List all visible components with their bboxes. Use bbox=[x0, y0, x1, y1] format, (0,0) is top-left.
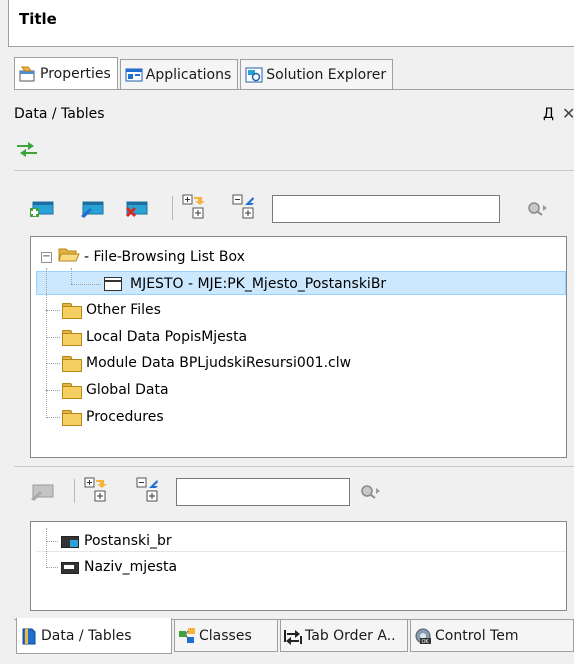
window-title: Title bbox=[19, 10, 57, 28]
tree-node-label: MJESTO - MJE:PK_Mjesto_PostanskiBr bbox=[130, 276, 387, 292]
tree-connector bbox=[46, 528, 47, 568]
control-templates-icon: OK bbox=[414, 627, 432, 645]
folder-icon bbox=[62, 355, 82, 372]
splitter[interactable] bbox=[14, 466, 574, 467]
left-border bbox=[0, 0, 8, 664]
collapse-all-icon[interactable] bbox=[136, 477, 162, 505]
expand-all-icon[interactable] bbox=[84, 477, 110, 505]
panel-header: Data / Tables Д ✕ bbox=[14, 100, 574, 130]
tab-strip-divider bbox=[14, 89, 574, 90]
toolbar-divider-top bbox=[14, 170, 574, 171]
lower-search-icon[interactable] bbox=[360, 483, 382, 501]
tab-control-templates[interactable]: OK Control Tem bbox=[410, 620, 574, 652]
upper-search-input[interactable] bbox=[272, 195, 500, 223]
field-icon bbox=[60, 560, 80, 574]
field-label: Postanski_br bbox=[84, 533, 172, 549]
folder-open-icon bbox=[58, 247, 80, 267]
tree-node-global-data[interactable]: Global Data bbox=[62, 379, 169, 401]
tree-node-label: Other Files bbox=[86, 302, 161, 318]
delete-table-icon[interactable] bbox=[124, 198, 148, 218]
tree-connector bbox=[46, 567, 58, 568]
collapse-all-icon[interactable] bbox=[232, 194, 258, 222]
table-icon bbox=[104, 277, 122, 291]
toolbar-separator bbox=[74, 479, 75, 503]
change-table-icon[interactable] bbox=[80, 198, 104, 218]
folder-icon bbox=[62, 409, 82, 426]
tab-order-icon bbox=[284, 627, 302, 645]
expand-all-icon[interactable] bbox=[182, 194, 208, 222]
tree-node-file-browsing-list-box[interactable]: - File-Browsing List Box bbox=[58, 246, 245, 268]
solution-explorer-icon bbox=[245, 67, 263, 83]
insert-table-icon[interactable] bbox=[30, 198, 54, 218]
folder-icon bbox=[62, 329, 82, 346]
tree-connector bbox=[46, 268, 47, 418]
top-tab-strip: Properties Applications Solution Explore… bbox=[14, 55, 395, 89]
tree-node-label: - File-Browsing List Box bbox=[84, 249, 245, 265]
tree-connector bbox=[46, 363, 60, 364]
tab-properties[interactable]: Properties bbox=[14, 57, 118, 89]
tab-applications[interactable]: Applications bbox=[119, 59, 239, 89]
tree-node-label: Local Data PopisMjesta bbox=[86, 329, 248, 345]
tab-control-templates-label: Control Tem bbox=[435, 627, 519, 644]
tree-connector bbox=[46, 417, 60, 418]
tab-data-tables[interactable]: Data / Tables bbox=[16, 618, 172, 654]
tree-connector bbox=[46, 337, 60, 338]
tree-connector bbox=[71, 268, 72, 284]
toolbar-separator bbox=[172, 196, 173, 220]
tab-tab-order-label: Tab Order A.. bbox=[305, 627, 396, 644]
tree-node-label: Procedures bbox=[86, 409, 164, 425]
tree-node-other-files[interactable]: Other Files bbox=[62, 299, 161, 321]
title-bar: Title bbox=[8, 0, 574, 47]
tab-classes-label: Classes bbox=[199, 627, 252, 644]
tree-node-local-data[interactable]: Local Data PopisMjesta bbox=[62, 326, 247, 348]
tab-solution-explorer-label: Solution Explorer bbox=[266, 66, 387, 83]
tab-tab-order[interactable]: Tab Order A.. bbox=[280, 620, 408, 652]
tree-node-mjesto-table[interactable]: MJESTO - MJE:PK_Mjesto_PostanskiBr bbox=[104, 273, 386, 295]
pin-icon[interactable]: Д bbox=[543, 106, 554, 122]
upper-search-icon[interactable] bbox=[527, 200, 549, 218]
tab-solution-explorer[interactable]: Solution Explorer bbox=[240, 59, 394, 89]
panel-title: Data / Tables bbox=[14, 106, 105, 122]
change-field-icon[interactable] bbox=[30, 481, 54, 501]
tab-data-tables-label: Data / Tables bbox=[41, 627, 132, 644]
folder-icon bbox=[62, 382, 82, 399]
tree-node-label: Module Data BPLjudskiResursi001.clw bbox=[86, 355, 352, 371]
tree-connector bbox=[46, 310, 60, 311]
properties-icon bbox=[19, 66, 37, 82]
field-node-naziv-mjesta[interactable]: Naziv_mjesta bbox=[60, 556, 177, 578]
lower-search-input[interactable] bbox=[176, 478, 350, 506]
field-node-postanski-br[interactable]: Postanski_br bbox=[60, 530, 172, 552]
tree-connector bbox=[46, 390, 60, 391]
data-tables-icon bbox=[20, 627, 38, 645]
key-field-icon bbox=[60, 534, 80, 548]
classes-icon bbox=[178, 627, 196, 645]
svg-text:OK: OK bbox=[422, 639, 430, 645]
tab-classes[interactable]: Classes bbox=[174, 620, 278, 652]
tab-properties-label: Properties bbox=[40, 65, 111, 82]
tree-connector bbox=[71, 284, 101, 285]
tree-node-label: Global Data bbox=[86, 382, 169, 398]
applications-icon bbox=[125, 67, 143, 83]
field-label: Naziv_mjesta bbox=[84, 559, 178, 575]
tree-node-module-data[interactable]: Module Data BPLjudskiResursi001.clw bbox=[62, 352, 351, 374]
tab-applications-label: Applications bbox=[145, 66, 232, 83]
folder-icon bbox=[62, 302, 82, 319]
tree-node-procedures[interactable]: Procedures bbox=[62, 406, 164, 428]
tree-connector bbox=[46, 541, 58, 542]
close-icon[interactable]: ✕ bbox=[562, 104, 574, 123]
collapse-toggle[interactable]: − bbox=[41, 252, 52, 263]
sync-arrows-icon[interactable] bbox=[16, 140, 38, 158]
